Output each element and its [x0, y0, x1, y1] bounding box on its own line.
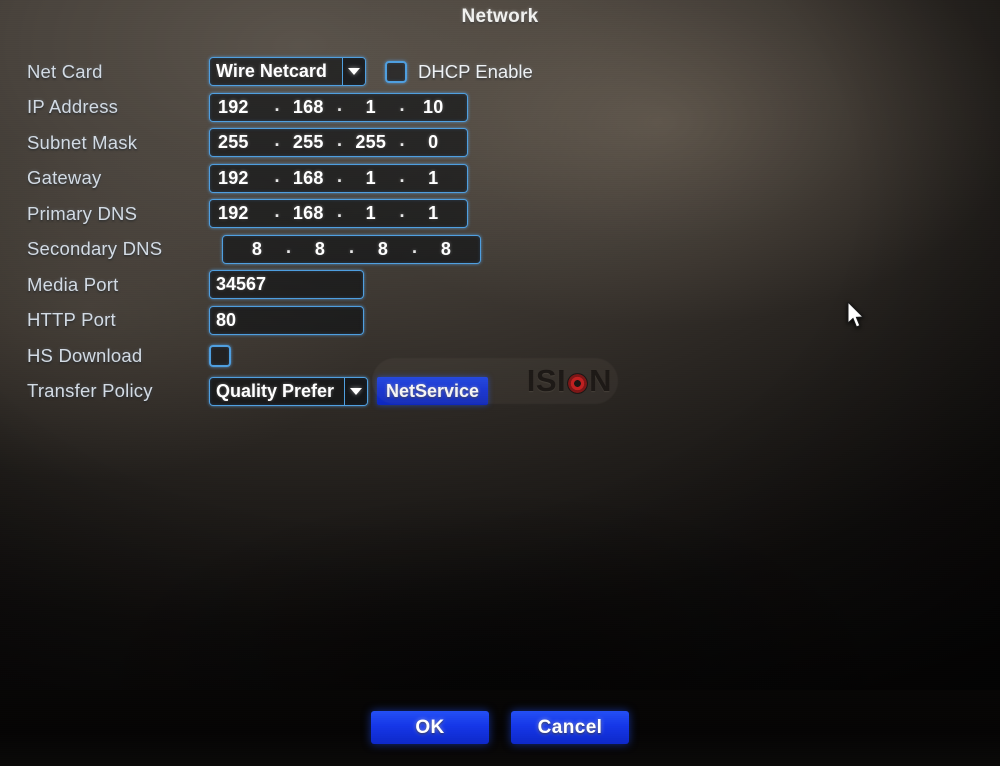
- net-card-select-value: Wire Netcard: [216, 61, 327, 82]
- form-row-gateway: Gateway 192 . 168 . 1 . 1: [27, 161, 647, 197]
- cancel-button[interactable]: Cancel: [511, 711, 629, 744]
- ip-separator: .: [274, 201, 280, 222]
- netservice-button[interactable]: NetService: [377, 377, 489, 406]
- label-net-card: Net Card: [27, 60, 103, 82]
- gateway-octet-4[interactable]: 1: [406, 168, 461, 189]
- form-row-media-port: Media Port 34567: [27, 267, 647, 303]
- primary-dns-octet-4[interactable]: 1: [406, 203, 461, 224]
- net-card-select[interactable]: Wire Netcard: [209, 57, 366, 87]
- ip-address-octet-3[interactable]: 1: [343, 97, 398, 118]
- ip-address-octet-4[interactable]: 10: [406, 97, 461, 118]
- ip-separator: .: [336, 130, 342, 151]
- net-card-control-area: Wire Netcard DHCP Enable: [209, 57, 533, 87]
- form-row-subnet-mask: Subnet Mask 255 . 255 . 255 . 0: [27, 125, 647, 161]
- label-gateway: Gateway: [27, 167, 102, 189]
- form-row-transfer-policy: Transfer Policy Quality Prefer NetServic…: [27, 374, 647, 410]
- dhcp-enable-group[interactable]: DHCP Enable: [385, 60, 533, 83]
- transfer-policy-control-area: Quality Prefer NetService: [209, 376, 489, 406]
- primary-dns-octet-3[interactable]: 1: [343, 203, 398, 224]
- ok-button[interactable]: OK: [371, 711, 489, 744]
- label-subnet-mask: Subnet Mask: [27, 131, 138, 153]
- label-http-port: HTTP Port: [27, 309, 116, 331]
- ip-separator: .: [336, 165, 342, 186]
- primary-dns-octet-2[interactable]: 168: [281, 203, 336, 224]
- gateway-octet-2[interactable]: 168: [281, 168, 336, 189]
- subnet-mask-octet-4[interactable]: 0: [406, 132, 461, 153]
- subnet-mask-input[interactable]: 255 . 255 . 255 . 0: [209, 128, 468, 158]
- subnet-mask-octet-2[interactable]: 255: [281, 132, 336, 153]
- dhcp-enable-label: DHCP Enable: [418, 60, 533, 82]
- ip-separator: .: [274, 130, 280, 151]
- label-ip-address: IP Address: [27, 96, 119, 118]
- ip-address-octet-2[interactable]: 168: [281, 97, 336, 118]
- ip-separator: .: [285, 236, 291, 257]
- secondary-dns-octet-4[interactable]: 8: [418, 239, 474, 260]
- subnet-mask-octet-1[interactable]: 255: [216, 132, 273, 153]
- form-row-hs-download: HS Download: [27, 338, 647, 374]
- secondary-dns-input[interactable]: 8 . 8 . 8 . 8: [222, 234, 481, 264]
- label-transfer-policy: Transfer Policy: [27, 380, 153, 402]
- network-settings-form: Net Card Wire Netcard DHCP Enable IP Add…: [27, 54, 647, 409]
- dhcp-enable-checkbox[interactable]: [385, 60, 407, 83]
- form-row-net-card: Net Card Wire Netcard DHCP Enable: [27, 54, 647, 90]
- ip-separator: .: [399, 201, 405, 222]
- secondary-dns-octet-1[interactable]: 8: [229, 239, 285, 260]
- form-row-primary-dns: Primary DNS 192 . 168 . 1 . 1: [27, 196, 647, 232]
- ip-separator: .: [274, 165, 280, 186]
- ip-separator: .: [399, 130, 405, 151]
- ip-separator: .: [336, 201, 342, 222]
- chevron-down-icon[interactable]: [344, 377, 367, 405]
- primary-dns-octet-1[interactable]: 192: [216, 203, 273, 224]
- gateway-octet-1[interactable]: 192: [216, 168, 273, 189]
- ip-separator: .: [411, 236, 417, 257]
- http-port-input[interactable]: 80: [209, 305, 364, 335]
- label-media-port: Media Port: [27, 273, 119, 295]
- form-row-ip-address: IP Address 192 . 168 . 1 . 10: [27, 90, 647, 126]
- subnet-mask-octet-3[interactable]: 255: [343, 132, 398, 153]
- dvr-network-settings-screen: Network Net Card Wire Netcard DHCP Enabl…: [0, 0, 1000, 766]
- form-row-secondary-dns: Secondary DNS 8 . 8 . 8 . 8: [27, 232, 647, 268]
- form-row-http-port: HTTP Port 80: [27, 303, 647, 339]
- transfer-policy-select-value: Quality Prefer: [216, 380, 335, 401]
- transfer-policy-select[interactable]: Quality Prefer: [209, 376, 368, 406]
- ip-separator: .: [336, 94, 342, 115]
- secondary-dns-octet-2[interactable]: 8: [292, 239, 348, 260]
- secondary-dns-octet-3[interactable]: 8: [355, 239, 411, 260]
- ip-separator: .: [399, 94, 405, 115]
- ip-separator: .: [348, 236, 354, 257]
- media-port-input[interactable]: 34567: [209, 270, 364, 300]
- label-secondary-dns: Secondary DNS: [27, 238, 163, 260]
- dialog-button-bar: OK Cancel: [0, 711, 1000, 744]
- page-title: Network: [461, 6, 539, 27]
- ip-separator: .: [399, 165, 405, 186]
- gateway-octet-3[interactable]: 1: [343, 168, 398, 189]
- hs-download-checkbox[interactable]: [209, 344, 231, 367]
- label-primary-dns: Primary DNS: [27, 202, 138, 224]
- gateway-input[interactable]: 192 . 168 . 1 . 1: [209, 163, 468, 193]
- label-hs-download: HS Download: [27, 344, 143, 366]
- chevron-down-icon[interactable]: [342, 58, 365, 86]
- primary-dns-input[interactable]: 192 . 168 . 1 . 1: [209, 199, 468, 229]
- ip-address-input[interactable]: 192 . 168 . 1 . 10: [209, 92, 468, 122]
- ip-separator: .: [274, 94, 280, 115]
- ip-address-octet-1[interactable]: 192: [216, 97, 273, 118]
